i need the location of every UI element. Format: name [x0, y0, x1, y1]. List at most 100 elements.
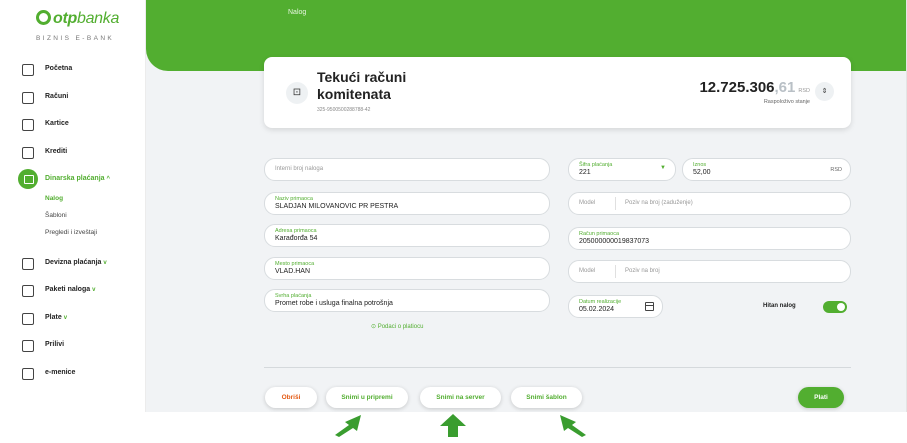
- sidebar-item-label: Paketi naloga v: [45, 286, 95, 293]
- sidebar-item-devizna-placanja[interactable]: Devizna plaćanja v: [0, 256, 146, 274]
- divider: [264, 367, 851, 368]
- expand-circle-icon: ⊙: [371, 324, 378, 330]
- purpose-field[interactable]: Svrha plaćanja Promet robe i usluga final…: [264, 289, 550, 312]
- pay-button[interactable]: Plati: [798, 387, 844, 408]
- chevron-up-icon: ^: [106, 176, 111, 182]
- sidebar-item-text: Devizna plaćanja: [45, 259, 102, 266]
- credit-icon: [22, 147, 34, 159]
- credit-ref-placeholder: Poziv na broj: [625, 268, 660, 274]
- brand-name-rest: banka: [76, 10, 120, 27]
- amount-field[interactable]: Iznos 52,00 RSD: [682, 158, 851, 181]
- annotation-arrow-icon: [335, 415, 361, 437]
- amount-value: 52,00: [693, 169, 711, 176]
- date-label: Datum realizacije: [579, 299, 622, 305]
- purpose-label: Svrha plaćanja: [275, 293, 312, 299]
- field-divider: [615, 265, 616, 278]
- sidebar-item-label: Devizna plaćanja v: [45, 259, 107, 266]
- balance-label: Raspoloživo stanje: [763, 99, 810, 105]
- account-balance: 12.725.306,61 RSD: [699, 79, 810, 96]
- sidebar-item-e-menice[interactable]: e-menice: [0, 366, 146, 384]
- debit-model-ref-field[interactable]: Model Poziv na broj (zaduženje): [568, 192, 851, 215]
- sidebar: otpbanka BIZNIS E-BANK Početna Računi Ka…: [0, 0, 146, 412]
- save-template-button[interactable]: Snimi šablon: [511, 387, 582, 408]
- sidebar-item-label: e-menice: [45, 369, 76, 376]
- amount-label: Iznos: [693, 162, 707, 168]
- balance-integer: 12.725.306: [699, 79, 775, 96]
- sidebar-item-dinarska-placanja[interactable]: Dinarska plaćanja ^: [0, 169, 146, 190]
- app-window: otpbanka BIZNIS E-BANK Početna Računi Ka…: [0, 0, 907, 412]
- urgent-toggle[interactable]: [823, 301, 847, 313]
- chevron-down-icon: v: [63, 315, 68, 321]
- annotation-arrow-icon: [560, 415, 586, 437]
- account-card[interactable]: ⊡ Tekući računi komitenata 325-950050028…: [264, 57, 851, 128]
- sidebar-item-paketi-naloga[interactable]: Paketi naloga v: [0, 283, 146, 301]
- recipient-name-value: SLADJAN MILOVANOVIC PR PESTRA: [275, 203, 399, 210]
- sidebar-item-pocetna[interactable]: Početna: [0, 62, 146, 80]
- sidebar-subitem-pregledi[interactable]: Pregledi i izveštaji: [45, 229, 97, 236]
- sidebar-item-label: Plate v: [45, 314, 67, 321]
- recipient-city-field[interactable]: Mesto primaoca VLAD.HAN: [264, 257, 550, 280]
- payment-code-select[interactable]: Šifra plaćanja 221 ▼: [568, 158, 676, 181]
- recipient-name-label: Naziv primaoca: [275, 196, 313, 202]
- sidebar-subitem-nalog[interactable]: Nalog: [45, 195, 63, 202]
- debit-ref-placeholder: Poziv na broj (zaduženje): [625, 200, 693, 206]
- sidebar-item-label: Kartice: [45, 120, 69, 127]
- balance-decimal: ,61: [774, 79, 796, 96]
- debit-model-placeholder: Model: [579, 200, 596, 206]
- credit-model-ref-field[interactable]: Model Poziv na broj: [568, 260, 851, 283]
- payment-code-value: 221: [579, 169, 591, 176]
- payer-info-link[interactable]: ⊙ Podaci o platiocu: [371, 323, 423, 330]
- currency-icon: [22, 258, 34, 270]
- recipient-city-value: VLAD.HAN: [275, 268, 311, 275]
- sidebar-item-text: Dinarska plaćanja: [45, 175, 105, 182]
- account-switch-button[interactable]: ⇕: [815, 82, 834, 101]
- balance-currency: RSD: [798, 88, 810, 94]
- brand-name-bold: otp: [53, 10, 77, 27]
- brand-subtitle: BIZNIS E-BANK: [36, 35, 115, 42]
- chevron-down-icon: v: [103, 260, 107, 266]
- dropdown-arrow-icon: ▼: [660, 165, 666, 171]
- recipient-city-label: Mesto primaoca: [275, 261, 315, 267]
- sidebar-item-label: Prilivi: [45, 341, 65, 348]
- sidebar-item-text: Plate: [45, 314, 62, 321]
- sidebar-item-label: Početna: [45, 65, 73, 72]
- sidebar-item-racuni[interactable]: Računi: [0, 90, 146, 108]
- inflow-icon: [22, 340, 34, 352]
- annotation-arrow-icon: [440, 414, 466, 437]
- sidebar-item-label: Krediti: [45, 148, 68, 155]
- sidebar-subitem-sabloni[interactable]: Šabloni: [45, 212, 67, 219]
- sidebar-item-label: Dinarska plaćanja ^: [45, 175, 110, 182]
- date-field[interactable]: Datum realizacije 05.02.2024: [568, 295, 663, 318]
- recipient-address-field[interactable]: Adresa primaoca Karađorđa 54: [264, 224, 550, 247]
- amount-currency: RSD: [830, 167, 842, 173]
- payment-icon: [18, 169, 38, 189]
- sidebar-item-text: Paketi naloga: [45, 286, 91, 293]
- payer-info-text: Podaci o platiocu: [377, 324, 424, 330]
- save-draft-button[interactable]: Snimi u pripremi: [326, 387, 408, 408]
- delete-button[interactable]: Obriši: [265, 387, 317, 408]
- save-server-button[interactable]: Snimi na server: [420, 387, 501, 408]
- sidebar-item-krediti[interactable]: Krediti: [0, 145, 146, 163]
- recipient-address-label: Adresa primaoca: [275, 228, 317, 234]
- chevron-down-icon: v: [92, 287, 96, 293]
- payment-code-label: Šifra plaćanja: [579, 162, 613, 168]
- date-value: 05.02.2024: [579, 306, 615, 313]
- card-icon: [22, 119, 34, 131]
- home-icon: [22, 64, 34, 76]
- recipient-address-value: Karađorđa 54: [275, 235, 318, 242]
- sidebar-item-kartice[interactable]: Kartice: [0, 117, 146, 135]
- field-divider: [615, 197, 616, 210]
- account-name: Tekući računi komitenata: [317, 69, 407, 102]
- sidebar-item-label: Računi: [45, 93, 69, 100]
- calendar-icon[interactable]: [645, 302, 654, 311]
- recipient-name-field[interactable]: Naziv primaoca SLADJAN MILOVANOVIC PR PES…: [264, 192, 550, 215]
- recipient-account-field[interactable]: Račun primaoca 205000000019837073: [568, 227, 851, 250]
- sidebar-item-prilivi[interactable]: Prilivi: [0, 338, 146, 356]
- purpose-value: Promet robe i usluga finalna potrošnja: [275, 300, 393, 307]
- internal-ref-field[interactable]: Interni broj naloga: [264, 158, 550, 181]
- recipient-account-label: Račun primaoca: [579, 231, 620, 237]
- account-number: 325-9500500288788-42: [317, 107, 371, 113]
- accounts-icon: [22, 92, 34, 104]
- sidebar-item-plate[interactable]: Plate v: [0, 311, 146, 329]
- otp-logo[interactable]: otpbanka: [36, 10, 119, 28]
